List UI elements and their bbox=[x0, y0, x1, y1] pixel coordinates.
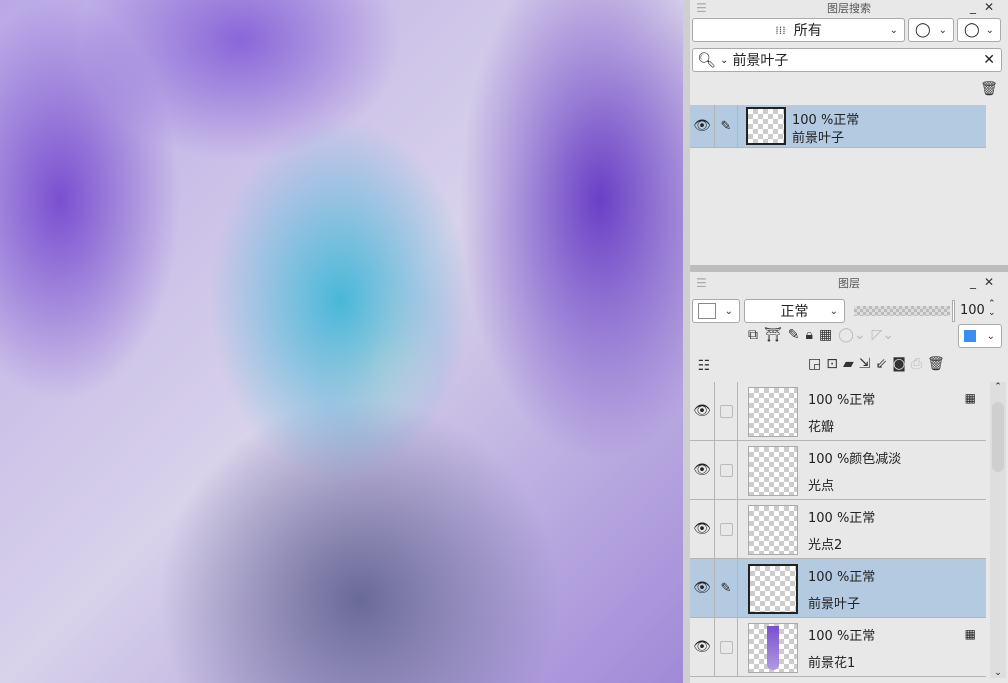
eye-icon[interactable]: 👁 bbox=[690, 382, 715, 440]
camera-disabled-icon: ⎙ bbox=[910, 356, 923, 372]
eye-icon[interactable]: 👁 bbox=[690, 105, 715, 147]
trash-icon[interactable]: 🗑 bbox=[978, 78, 1000, 100]
layer-name: 光点 bbox=[808, 479, 835, 494]
checkbox[interactable] bbox=[715, 618, 738, 676]
pencil-icon[interactable]: ✎ bbox=[715, 559, 738, 617]
new-folder-icon[interactable]: ▰ bbox=[843, 356, 854, 372]
layer-mode: 100 %正常 bbox=[808, 511, 876, 526]
checkbox[interactable] bbox=[715, 500, 738, 558]
search-result-row[interactable]: 👁 ✎ 100 %正常 前景叶子 bbox=[690, 105, 986, 148]
new-vector-layer-icon[interactable]: ⊡ bbox=[826, 356, 838, 372]
layer-name: 前景花1 bbox=[808, 656, 856, 671]
eye-icon[interactable]: 👁 bbox=[690, 559, 715, 617]
filter-value: 所有 bbox=[793, 23, 822, 39]
chevron-down-icon: ⌄ bbox=[938, 24, 947, 36]
lock-transparency-icon[interactable]: ▦ bbox=[819, 327, 832, 343]
chevron-down-icon: ⌄ bbox=[985, 24, 994, 36]
menu-icon[interactable]: ☰ bbox=[696, 276, 707, 290]
layer-mode: 100 %颜色减淡 bbox=[808, 452, 902, 467]
layer-thumbnail bbox=[748, 505, 798, 555]
minimize-close-icons[interactable]: _✕ bbox=[970, 275, 1002, 289]
clip-below-icon[interactable]: ⧉ bbox=[748, 327, 758, 343]
checkbox[interactable] bbox=[715, 441, 738, 499]
scrollbar-thumb[interactable] bbox=[992, 402, 1004, 472]
merge-down-icon[interactable]: ⇙ bbox=[875, 356, 887, 372]
layer-name: 光点2 bbox=[808, 538, 843, 553]
chevron-down-icon: ⌄ bbox=[986, 330, 995, 342]
layer-name: 前景叶子 bbox=[792, 131, 845, 146]
eye-icon[interactable]: 👁 bbox=[690, 618, 715, 676]
blend-mode-value: 正常 bbox=[780, 304, 809, 320]
layer-thumbnail bbox=[748, 446, 798, 496]
mask-disabled-icon: ◯⌄ bbox=[838, 327, 866, 343]
exclude-dropdown[interactable]: ◯ ⌄ bbox=[957, 18, 1001, 42]
panel-title: 图层 bbox=[838, 277, 860, 290]
layer-row[interactable]: 👁 100 %正常 前景花1 ▦ bbox=[690, 618, 986, 677]
layer-thumbnail bbox=[748, 623, 798, 673]
layer-row-selected[interactable]: 👁 ✎ 100 %正常 前景叶子 bbox=[690, 559, 986, 618]
menu-icon[interactable]: ☰ bbox=[696, 1, 707, 15]
opacity-stepper-icon[interactable]: ⌃ ⌄ bbox=[988, 300, 996, 318]
panel-title: 图层搜索 bbox=[827, 2, 871, 15]
layer-row[interactable]: 👁 100 %颜色减淡 光点 bbox=[690, 441, 986, 500]
match-dropdown[interactable]: ◯ ⌄ bbox=[908, 18, 954, 42]
layer-mode: 100 %正常 bbox=[808, 393, 876, 408]
chevron-down-icon: ⌄ bbox=[889, 24, 898, 36]
blend-mode-dropdown[interactable]: 正常 ⌄ bbox=[744, 299, 845, 323]
layer-name: 前景叶子 bbox=[808, 597, 861, 612]
transfer-down-icon[interactable]: ⇲ bbox=[859, 356, 871, 372]
mask-icon[interactable]: ◙ bbox=[892, 356, 906, 372]
new-raster-layer-icon[interactable]: ◲ bbox=[808, 356, 821, 372]
search-value: 前景叶子 bbox=[732, 53, 789, 69]
checkbox[interactable] bbox=[715, 382, 738, 440]
layer-list: 👁 100 %正常 花瓣 ▦ 👁 100 %颜色减淡 光点 👁 100 %正常 光点2 👁 ✎ 1… bbox=[690, 382, 1008, 683]
layer-row[interactable]: 👁 100 %正常 光点2 bbox=[690, 500, 986, 559]
filter-dropdown[interactable]: ⁞⁞⁞ 所有 ⌄ bbox=[692, 18, 905, 42]
color-swatch bbox=[698, 303, 716, 319]
circle-x-icon: ◯ bbox=[964, 22, 980, 38]
grid-dots-icon: ⁞⁞⁞ bbox=[775, 23, 786, 37]
lock-transparency-icon: ▦ bbox=[964, 627, 976, 641]
delete-layer-icon[interactable]: 🗑 bbox=[927, 356, 945, 372]
layer-search-panel: ☰ 图层搜索 _✕ ⁞⁞⁞ 所有 ⌄ ◯ ⌄ ◯ ⌄ 🔍︎ ⌄ 前景叶子 ✕ 🗑 👁 ✎… bbox=[690, 0, 1008, 265]
opacity-slider-handle[interactable] bbox=[952, 300, 955, 322]
layer-row[interactable]: 👁 100 %正常 花瓣 ▦ bbox=[690, 382, 986, 441]
layer-list-icon[interactable]: ☷ bbox=[694, 356, 714, 376]
layer-scrollbar[interactable]: ⌃ ⌄ bbox=[990, 382, 1006, 678]
chevron-down-icon: ⌄ bbox=[724, 305, 733, 317]
chevron-down-icon: ⌄ bbox=[720, 54, 729, 66]
eye-icon[interactable]: 👁 bbox=[690, 441, 715, 499]
layer-panel: ☰ 图层 _✕ ⌄ 正常 ⌄ 100 ⌃ ⌄ ⧉ ⛩ ✎ 🔒︎ ▦ ◯⌄ ◸⌄ ⌄ ☷ … bbox=[690, 272, 1008, 683]
layer-color-dropdown[interactable]: ⌄ bbox=[958, 324, 1002, 348]
layer-mode: 100 %正常 bbox=[808, 570, 876, 585]
reference-layer-icon[interactable]: ⛩ bbox=[764, 327, 782, 343]
eye-icon[interactable]: 👁 bbox=[690, 500, 715, 558]
search-input[interactable]: 🔍︎ ⌄ 前景叶子 ✕ bbox=[692, 48, 1002, 72]
artwork-canvas[interactable] bbox=[0, 0, 683, 683]
draft-layer-icon[interactable]: ✎ bbox=[788, 327, 800, 343]
circle-select-icon: ◯ bbox=[915, 22, 931, 38]
layer-thumbnail bbox=[748, 387, 798, 437]
layer-thumbnail bbox=[748, 564, 798, 614]
minimize-close-icons[interactable]: _✕ bbox=[970, 0, 1002, 14]
chevron-down-icon: ⌄ bbox=[829, 305, 838, 317]
ruler-disabled-icon: ◸⌄ bbox=[871, 327, 895, 343]
panel-divider-horizontal[interactable] bbox=[690, 265, 1008, 272]
search-icon[interactable]: 🔍︎ bbox=[697, 51, 716, 69]
scroll-up-icon[interactable]: ⌃ bbox=[990, 382, 1006, 392]
color-swatch-dropdown[interactable]: ⌄ bbox=[692, 299, 740, 323]
clear-icon[interactable]: ✕ bbox=[983, 52, 995, 68]
opacity-slider[interactable] bbox=[854, 306, 950, 316]
pencil-icon[interactable]: ✎ bbox=[715, 105, 738, 147]
opacity-value[interactable]: 100 bbox=[960, 303, 985, 318]
layer-thumbnail bbox=[746, 107, 786, 145]
lock-transparency-icon: ▦ bbox=[964, 391, 976, 405]
lock-icon[interactable]: 🔒︎ bbox=[806, 327, 813, 343]
layer-color-swatch bbox=[964, 330, 976, 342]
layer-mode: 100 %正常 bbox=[792, 113, 860, 128]
panel-divider[interactable] bbox=[683, 0, 690, 683]
scroll-down-icon[interactable]: ⌄ bbox=[990, 668, 1006, 678]
layer-mode: 100 %正常 bbox=[808, 629, 876, 644]
layer-name: 花瓣 bbox=[808, 420, 835, 435]
